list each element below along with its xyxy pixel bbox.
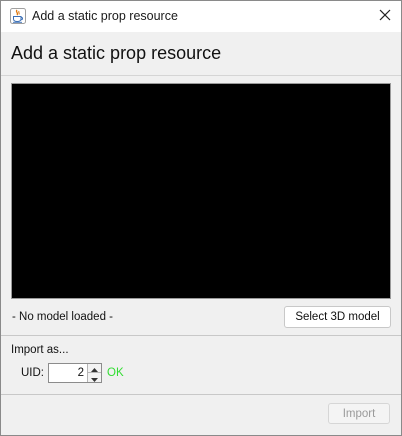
footer-divider — [1, 394, 401, 395]
model-preview-viewport[interactable] — [11, 83, 391, 299]
close-icon — [379, 9, 391, 24]
select-3d-model-button[interactable]: Select 3D model — [284, 306, 391, 328]
uid-status-text: OK — [107, 367, 124, 379]
uid-input[interactable]: 2 — [49, 364, 86, 382]
close-button[interactable] — [369, 1, 401, 32]
model-status-text: - No model loaded - — [12, 311, 113, 323]
uid-spinner[interactable]: 2 — [48, 363, 102, 383]
window-title: Add a static prop resource — [32, 9, 178, 23]
page-title: Add a static prop resource — [11, 43, 222, 63]
section-divider — [1, 335, 401, 336]
import-as-label: Import as... — [11, 344, 69, 356]
dialog-header: Add a static prop resource — [1, 32, 401, 76]
java-cup-icon — [10, 8, 26, 24]
triangle-down-icon — [91, 371, 98, 385]
spinner-down-button[interactable] — [87, 373, 101, 382]
uid-label: UID: — [21, 367, 44, 379]
import-button[interactable]: Import — [328, 403, 390, 424]
title-bar[interactable]: Add a static prop resource — [1, 1, 401, 32]
dialog-window: Add a static prop resource Add a static … — [0, 0, 402, 436]
